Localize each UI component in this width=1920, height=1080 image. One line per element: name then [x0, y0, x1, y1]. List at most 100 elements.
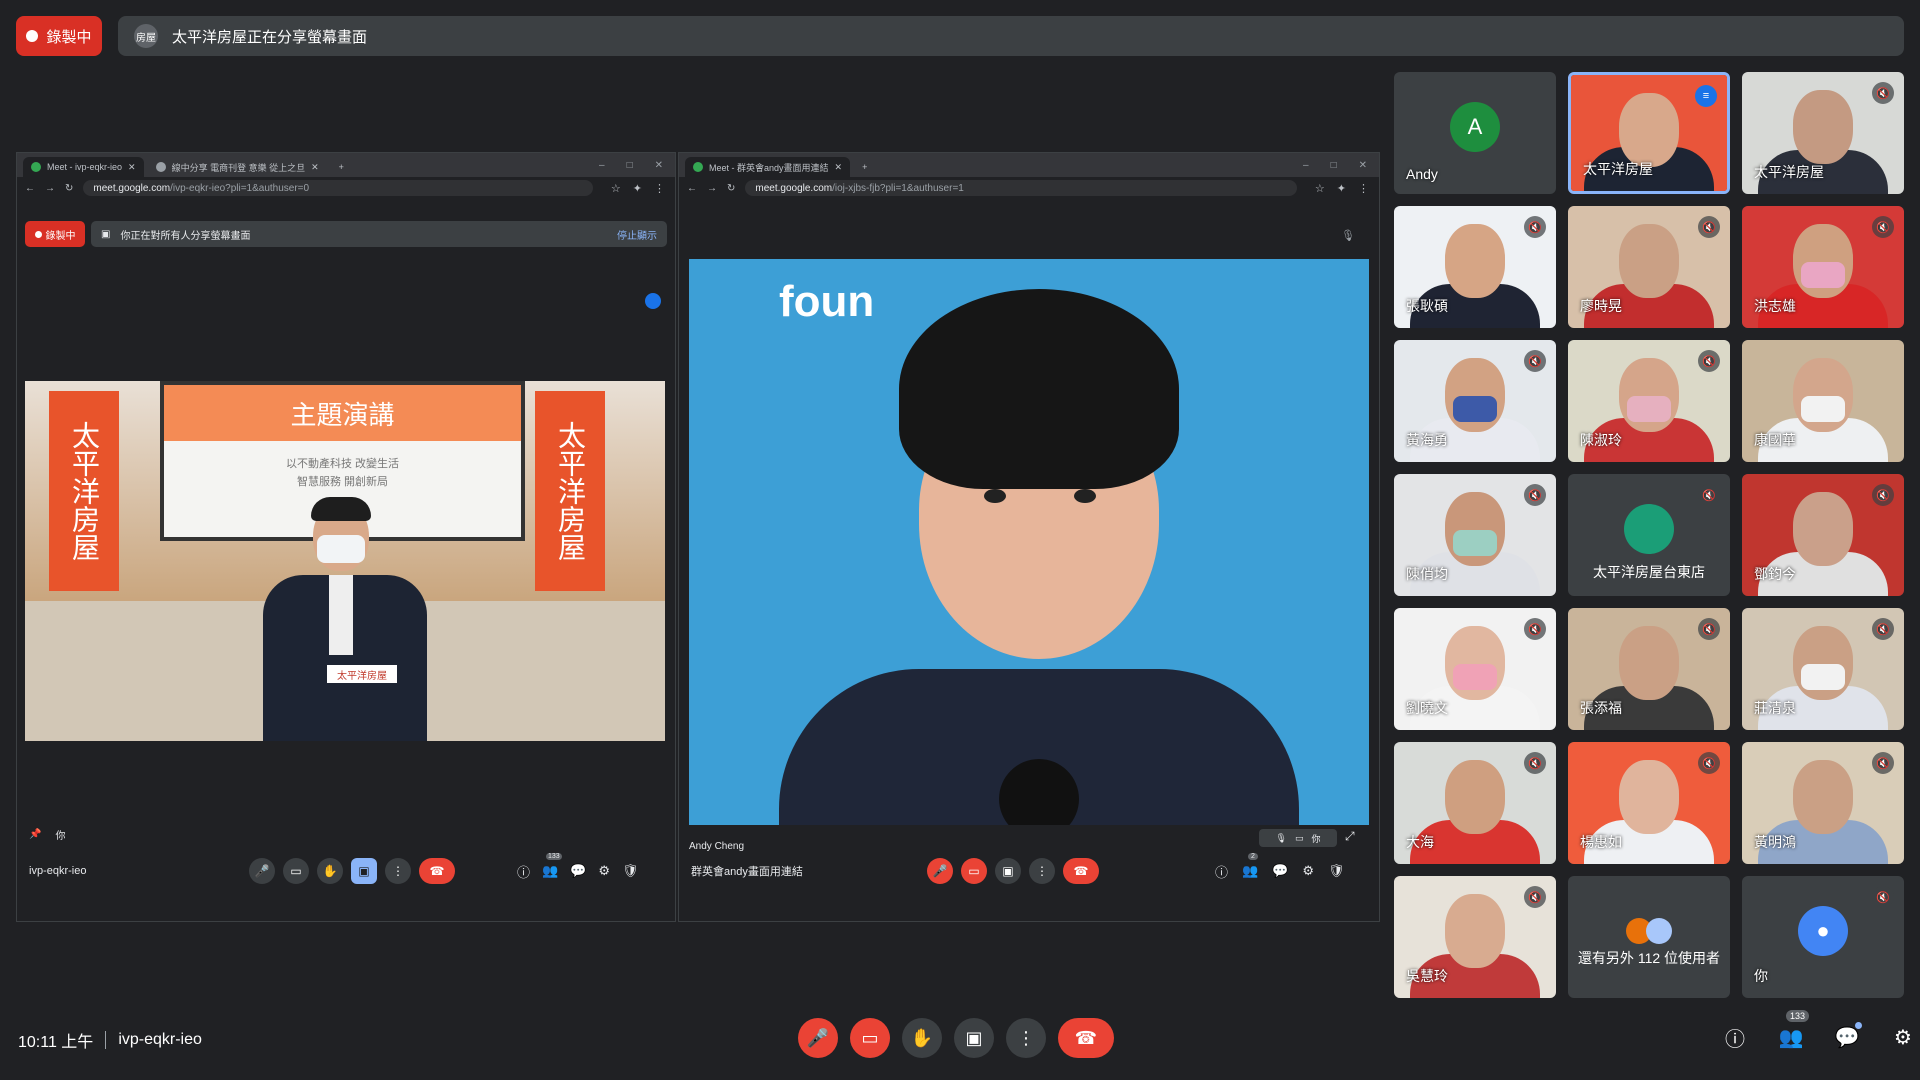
- people-icon[interactable]: 👥 133: [542, 853, 562, 879]
- close-icon[interactable]: ✕: [835, 162, 843, 173]
- leave-call-button[interactable]: ☎: [1063, 858, 1099, 884]
- mic-off-button[interactable]: 🎤: [927, 858, 953, 884]
- pin-icon[interactable]: 📌: [29, 829, 41, 840]
- host-controls-icon[interactable]: 🛡: [622, 863, 639, 879]
- present-button[interactable]: ▣: [351, 858, 377, 884]
- participant-tile[interactable]: A Andy: [1394, 72, 1556, 194]
- chat-icon[interactable]: 💬: [1272, 863, 1288, 879]
- participant-tile[interactable]: 🔇 黃明鴻: [1742, 742, 1904, 864]
- participant-face: [1445, 224, 1505, 298]
- podium-sign: 太平洋房屋: [327, 665, 397, 683]
- chat-icon[interactable]: 💬: [1832, 1022, 1862, 1052]
- reload-icon[interactable]: ↻: [65, 183, 73, 194]
- camera-off-button[interactable]: ▭: [961, 858, 987, 884]
- participant-tile[interactable]: 🔇 鄧鈞今: [1742, 474, 1904, 596]
- participant-tile[interactable]: ● 🔇 你: [1742, 876, 1904, 998]
- host-controls-icon[interactable]: 🛡: [1328, 863, 1345, 879]
- participant-tile[interactable]: 🔇 吳慧玲: [1394, 876, 1556, 998]
- presenter-video: 主題演講 以不動產科技 改變生活 智慧服務 開創新局 太平洋房屋 太平洋房屋 太平…: [25, 381, 665, 741]
- minimize-icon[interactable]: –: [599, 160, 605, 171]
- participant-tile[interactable]: 🔇 劉曉文: [1394, 608, 1556, 730]
- participant-tile[interactable]: 🔇 廖時晃: [1568, 206, 1730, 328]
- mic-off-button[interactable]: 🎤: [798, 1018, 838, 1058]
- participant-tile[interactable]: 🔇 張添福: [1568, 608, 1730, 730]
- maximize-icon[interactable]: □: [1331, 160, 1337, 171]
- recording-badge[interactable]: 錄製中: [16, 16, 102, 56]
- forward-icon[interactable]: →: [45, 183, 55, 194]
- inner-control-bar: ivp-eqkr-ieo 🎤 ▭ ✋ ▣ ⋮ ☎ ⓘ 👥 133 💬 ⚙ 🛡: [29, 851, 669, 891]
- info-icon[interactable]: ⓘ: [517, 862, 530, 881]
- participant-name: 還有另外 112 位使用者: [1577, 950, 1721, 966]
- star-icon[interactable]: ☆: [1315, 182, 1325, 195]
- url-field[interactable]: meet.google.com/ioj-xjbs-fjb?pli=1&authu…: [745, 180, 1297, 196]
- forward-icon[interactable]: →: [707, 183, 717, 194]
- maximize-icon[interactable]: □: [627, 160, 633, 171]
- more-options-button[interactable]: ⋮: [1006, 1018, 1046, 1058]
- participant-tile[interactable]: 🔇 洪志雄: [1742, 206, 1904, 328]
- participant-tile[interactable]: 🔇 大海: [1394, 742, 1556, 864]
- participant-tile[interactable]: 🔇 陳俏均: [1394, 474, 1556, 596]
- camera-button[interactable]: ▭: [283, 858, 309, 884]
- participant-tile[interactable]: 🔇 楊惠如: [1568, 742, 1730, 864]
- info-icon[interactable]: ⓘ: [1215, 862, 1228, 881]
- participant-name: Andy: [1406, 166, 1438, 182]
- leave-call-button[interactable]: ☎: [1058, 1018, 1114, 1058]
- participant-tile[interactable]: 🔇 太平洋房屋: [1742, 72, 1904, 194]
- info-icon[interactable]: ⓘ: [1720, 1022, 1750, 1052]
- participant-face: [1619, 626, 1679, 700]
- menu-dots-icon[interactable]: ⋮: [654, 182, 665, 195]
- participant-name: 廖時晃: [1580, 298, 1622, 314]
- puzzle-icon[interactable]: ✦: [1337, 182, 1346, 195]
- participant-tile[interactable]: 🔇 黃海勇: [1394, 340, 1556, 462]
- leave-call-button[interactable]: ☎: [419, 858, 455, 884]
- meeting-code: ivp-eqkr-ieo: [29, 865, 87, 877]
- new-tab-button[interactable]: +: [854, 157, 875, 177]
- camera-off-button[interactable]: ▭: [850, 1018, 890, 1058]
- mic-off-icon: 🔇: [1698, 618, 1720, 640]
- back-icon[interactable]: ←: [687, 183, 697, 194]
- activities-icon[interactable]: ⚙: [598, 863, 610, 879]
- close-window-icon[interactable]: ✕: [1359, 160, 1367, 171]
- mic-off-icon[interactable]: 🎙: [1276, 833, 1287, 844]
- participant-tile[interactable]: 🔇 莊清泉: [1742, 608, 1904, 730]
- participant-tile[interactable]: 還有另外 112 位使用者: [1568, 876, 1730, 998]
- stop-presenting-link[interactable]: 停止顯示: [617, 227, 657, 242]
- remote-speaker-video: foun: [689, 259, 1369, 825]
- star-icon[interactable]: ☆: [611, 182, 621, 195]
- participant-face: [1793, 492, 1853, 566]
- people-icon[interactable]: 👥 133: [1776, 1010, 1810, 1052]
- reload-icon[interactable]: ↻: [727, 183, 735, 194]
- back-icon[interactable]: ←: [25, 183, 35, 194]
- participant-tile[interactable]: 🔇 張耿碩: [1394, 206, 1556, 328]
- new-tab-button[interactable]: +: [331, 157, 352, 177]
- present-button[interactable]: ▣: [954, 1018, 994, 1058]
- browser-tab[interactable]: Meet - 群英會andy畫面用連結 ✕: [685, 157, 851, 177]
- chat-icon[interactable]: 💬: [570, 863, 586, 879]
- close-window-icon[interactable]: ✕: [655, 160, 663, 171]
- participant-tile[interactable]: 🔇 太平洋房屋台東店: [1568, 474, 1730, 596]
- participant-tile[interactable]: 🔇 陳淑玲: [1568, 340, 1730, 462]
- people-icon[interactable]: 👥 2: [1242, 853, 1258, 879]
- url-field[interactable]: meet.google.com/ivp-eqkr-ieo?pli=1&authu…: [83, 180, 593, 196]
- camera-off-icon[interactable]: ▭: [1295, 833, 1304, 844]
- participant-tile[interactable]: 康國華: [1742, 340, 1904, 462]
- mic-button[interactable]: 🎤: [249, 858, 275, 884]
- expand-icon[interactable]: ⤢: [1345, 829, 1355, 844]
- participant-tile[interactable]: ≡ 太平洋房屋: [1568, 72, 1730, 194]
- raise-hand-button[interactable]: ✋: [317, 858, 343, 884]
- main-control-bar: 🎤 ▭ ✋ ▣ ⋮ ☎: [798, 1018, 1114, 1058]
- raise-hand-button[interactable]: ✋: [902, 1018, 942, 1058]
- browser-tab[interactable]: Meet - ivp-eqkr-ieo ✕: [23, 157, 144, 177]
- close-icon[interactable]: ✕: [311, 162, 319, 173]
- more-options-button[interactable]: ⋮: [1029, 858, 1055, 884]
- present-button[interactable]: ▣: [995, 858, 1021, 884]
- close-icon[interactable]: ✕: [128, 162, 136, 173]
- menu-dots-icon[interactable]: ⋮: [1358, 182, 1369, 195]
- minimize-icon[interactable]: –: [1303, 160, 1309, 171]
- puzzle-icon[interactable]: ✦: [633, 182, 642, 195]
- participant-name: 大海: [1406, 834, 1434, 850]
- activities-icon[interactable]: ⚙: [1888, 1022, 1918, 1052]
- activities-icon[interactable]: ⚙: [1302, 863, 1314, 879]
- more-options-button[interactable]: ⋮: [385, 858, 411, 884]
- browser-tab[interactable]: 線中分享 電商刊登 意樂 從上之旦 ✕: [148, 157, 327, 177]
